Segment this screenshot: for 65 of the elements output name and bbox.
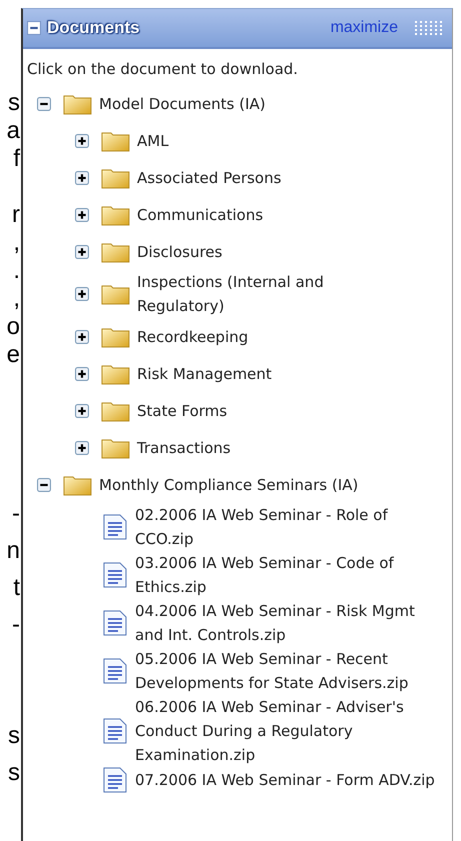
- folder-label[interactable]: Communications: [137, 202, 264, 226]
- file-link[interactable]: 05.2006 IA Web Seminar - Recent Developments for State Advisers.zip: [135, 647, 446, 695]
- cut-off-text: t: [13, 573, 20, 603]
- expand-icon[interactable]: [75, 244, 89, 258]
- expand-icon[interactable]: [75, 366, 89, 380]
- folder-icon: [101, 362, 131, 384]
- expand-icon[interactable]: [75, 330, 89, 344]
- cut-off-text: r: [12, 201, 20, 229]
- folder-icon: [101, 283, 131, 305]
- cut-off-text: f: [13, 145, 20, 173]
- folder-label[interactable]: Monthly Compliance Seminars (IA): [99, 472, 358, 496]
- expand-icon[interactable]: [75, 134, 89, 148]
- cut-off-text: s: [8, 758, 20, 788]
- expand-icon[interactable]: [75, 440, 89, 454]
- cut-off-text: ,: [13, 229, 20, 257]
- folder-label[interactable]: Recordkeeping: [137, 324, 248, 348]
- collapse-icon[interactable]: [27, 21, 41, 35]
- expand-icon[interactable]: [75, 170, 89, 184]
- file-link[interactable]: 02.2006 IA Web Seminar - Role of CCO.zip: [135, 503, 446, 551]
- document-icon[interactable]: [103, 767, 127, 793]
- document-icon[interactable]: [103, 610, 127, 636]
- instruction-text: Click on the document to download.: [27, 59, 299, 80]
- expand-icon[interactable]: [75, 208, 89, 222]
- folder-label[interactable]: Model Documents (IA): [99, 92, 266, 116]
- file-link[interactable]: 03.2006 IA Web Seminar - Code of Ethics.zip: [135, 551, 446, 599]
- folder-label[interactable]: Risk Management: [137, 362, 272, 386]
- expand-icon[interactable]: [75, 287, 89, 301]
- cut-off-text: s: [8, 721, 20, 751]
- folder-label[interactable]: AML: [137, 128, 169, 152]
- folder-icon: [63, 92, 93, 114]
- cut-off-text: a: [6, 117, 20, 145]
- folder-icon: [101, 326, 131, 348]
- folder-label[interactable]: Transactions: [137, 436, 231, 460]
- expand-icon[interactable]: [75, 404, 89, 418]
- folder-label[interactable]: Inspections (Internal and Regulatory): [137, 270, 387, 318]
- cut-off-text: -: [12, 499, 20, 529]
- folder-label[interactable]: Disclosures: [137, 240, 222, 264]
- folder-icon: [63, 474, 93, 496]
- cut-off-text: .: [13, 257, 20, 285]
- document-icon[interactable]: [103, 562, 127, 588]
- document-icon[interactable]: [103, 658, 127, 684]
- file-link[interactable]: 07.2006 IA Web Seminar - Form ADV.zip: [135, 768, 435, 792]
- folder-icon: [101, 130, 131, 152]
- folder-icon: [101, 166, 131, 188]
- cut-off-text: n: [6, 536, 20, 566]
- file-link[interactable]: 04.2006 IA Web Seminar - Risk Mgmt and Int. Controls.zip: [135, 599, 446, 647]
- grip-icon[interactable]: [414, 20, 444, 36]
- cut-off-text: ,: [13, 285, 20, 313]
- folder-label[interactable]: State Forms: [137, 398, 228, 422]
- file-link[interactable]: 06.2006 IA Web Seminar - Adviser's Conduct During a Regulatory Examination.zip: [135, 695, 446, 767]
- document-icon[interactable]: [103, 514, 127, 540]
- cut-off-text: o: [6, 313, 20, 341]
- collapse-icon[interactable]: [37, 96, 51, 110]
- cut-off-text: e: [6, 341, 20, 369]
- cut-off-text: -: [12, 610, 20, 640]
- folder-icon: [101, 204, 131, 226]
- document-icon[interactable]: [103, 718, 127, 744]
- panel-title: Documents: [47, 18, 141, 38]
- folder-icon: [101, 436, 131, 458]
- folder-icon: [101, 400, 131, 422]
- folder-label[interactable]: Associated Persons: [137, 166, 282, 190]
- maximize-link[interactable]: maximize: [330, 19, 398, 37]
- cut-off-text: s: [8, 89, 20, 117]
- folder-icon: [101, 240, 131, 262]
- collapse-icon[interactable]: [37, 478, 51, 492]
